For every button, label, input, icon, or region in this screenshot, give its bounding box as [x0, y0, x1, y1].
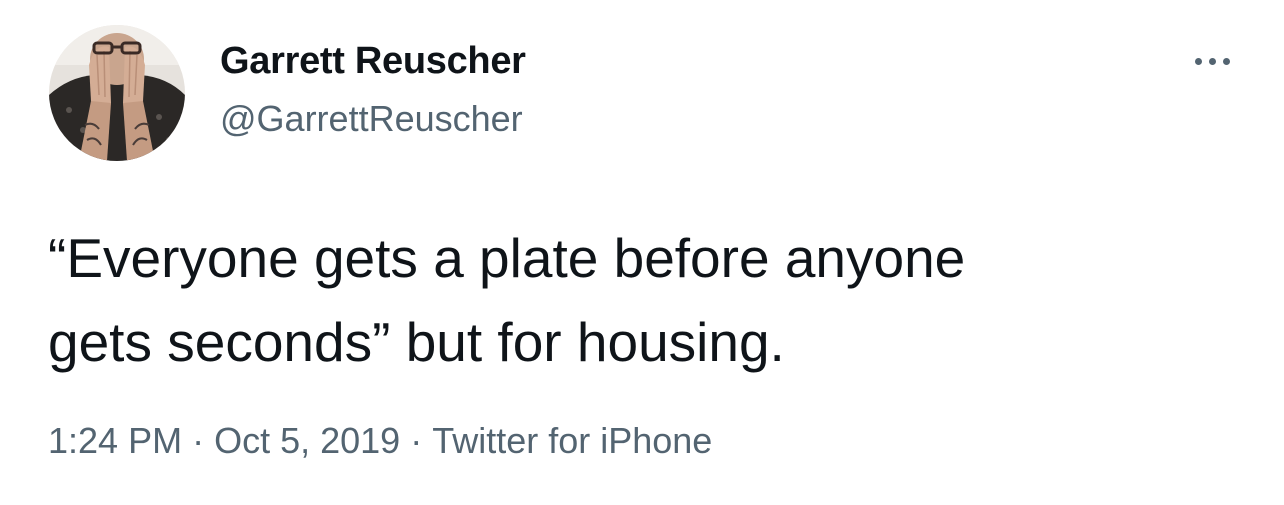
meta-separator: · — [192, 420, 205, 461]
tweet-text: “Everyone gets a plate before anyone get… — [48, 216, 1248, 384]
tweet-date[interactable]: Oct 5, 2019 — [214, 420, 400, 461]
tweet-time[interactable]: 1:24 PM — [48, 420, 182, 461]
tweet-text-line: “Everyone gets a plate before anyone — [48, 227, 966, 289]
tweet-metadata: 1:24 PM · Oct 5, 2019 · Twitter for iPhone — [48, 420, 712, 462]
more-options-button[interactable] — [1188, 46, 1236, 76]
avatar-image — [49, 25, 185, 161]
tweet-source[interactable]: Twitter for iPhone — [432, 420, 712, 461]
author-handle[interactable]: @GarrettReuscher — [220, 98, 523, 140]
meta-separator: · — [410, 420, 423, 461]
tweet-text-line: gets seconds” but for housing. — [48, 311, 785, 373]
avatar[interactable] — [49, 25, 185, 161]
ellipsis-icon — [1194, 57, 1202, 65]
tweet-card: Garrett Reuscher @GarrettReuscher “Every… — [0, 0, 1284, 505]
author-display-name[interactable]: Garrett Reuscher — [220, 40, 526, 83]
ellipsis-icon — [1222, 57, 1230, 65]
ellipsis-icon — [1208, 57, 1216, 65]
